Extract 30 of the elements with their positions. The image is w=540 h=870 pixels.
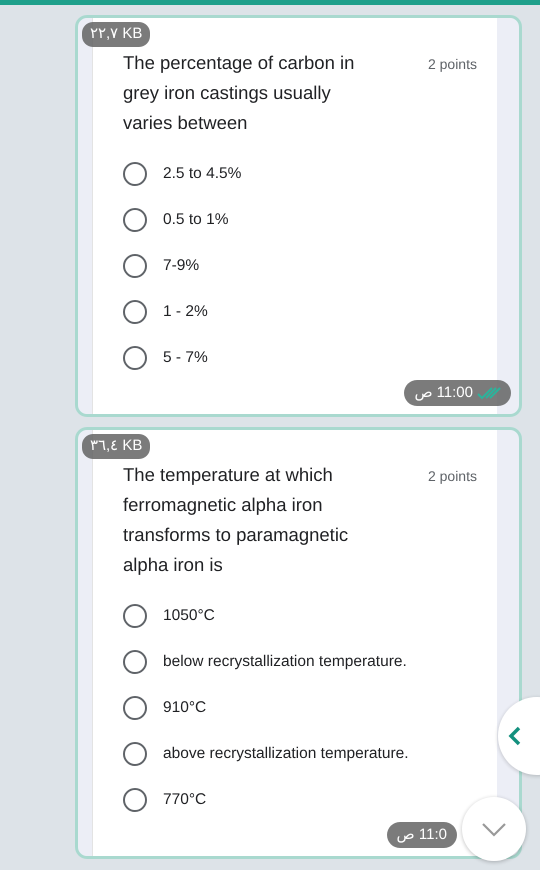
option-label: 5 - 7% (163, 348, 208, 368)
chevron-down-icon (481, 822, 507, 836)
radio-button[interactable] (123, 300, 147, 324)
radio-button[interactable] (123, 742, 147, 766)
timestamp: 11:00 ص (414, 382, 473, 403)
chevron-left-icon (508, 726, 522, 746)
radio-button[interactable] (123, 650, 147, 674)
option-label: 1050°C (163, 606, 215, 626)
option-label: 910°C (163, 698, 206, 718)
radio-button[interactable] (123, 346, 147, 370)
radio-button[interactable] (123, 604, 147, 628)
option-label: below recrystallization temperature. (163, 652, 407, 672)
timestamp: 11:0 ص (396, 824, 447, 845)
question-text: The percentage of carbon in grey iron castings usually varies between (123, 51, 356, 135)
option-label: 770°C (163, 790, 206, 810)
option-label: 7-9% (163, 256, 200, 276)
radio-button[interactable] (123, 696, 147, 720)
file-size-badge: ٢٢,٧ KB (82, 22, 150, 46)
file-size-badge: ٣٦,٤ KB (82, 434, 150, 458)
points-label: 2 points (428, 467, 477, 486)
radio-button[interactable] (123, 254, 147, 278)
option-label: above recrystallization temperature. (163, 744, 409, 764)
option-label: 2.5 to 4.5% (163, 164, 242, 184)
question-text: The temperature at which ferromagnetic alpha iron transforms to paramagnetic alpha iron is (123, 463, 350, 577)
radio-button[interactable] (123, 788, 147, 812)
radio-button[interactable] (123, 162, 147, 186)
option-label: 1 - 2% (163, 302, 208, 322)
points-label: 2 points (428, 55, 477, 74)
option-label: 0.5 to 1% (163, 210, 228, 230)
radio-button[interactable] (123, 208, 147, 232)
